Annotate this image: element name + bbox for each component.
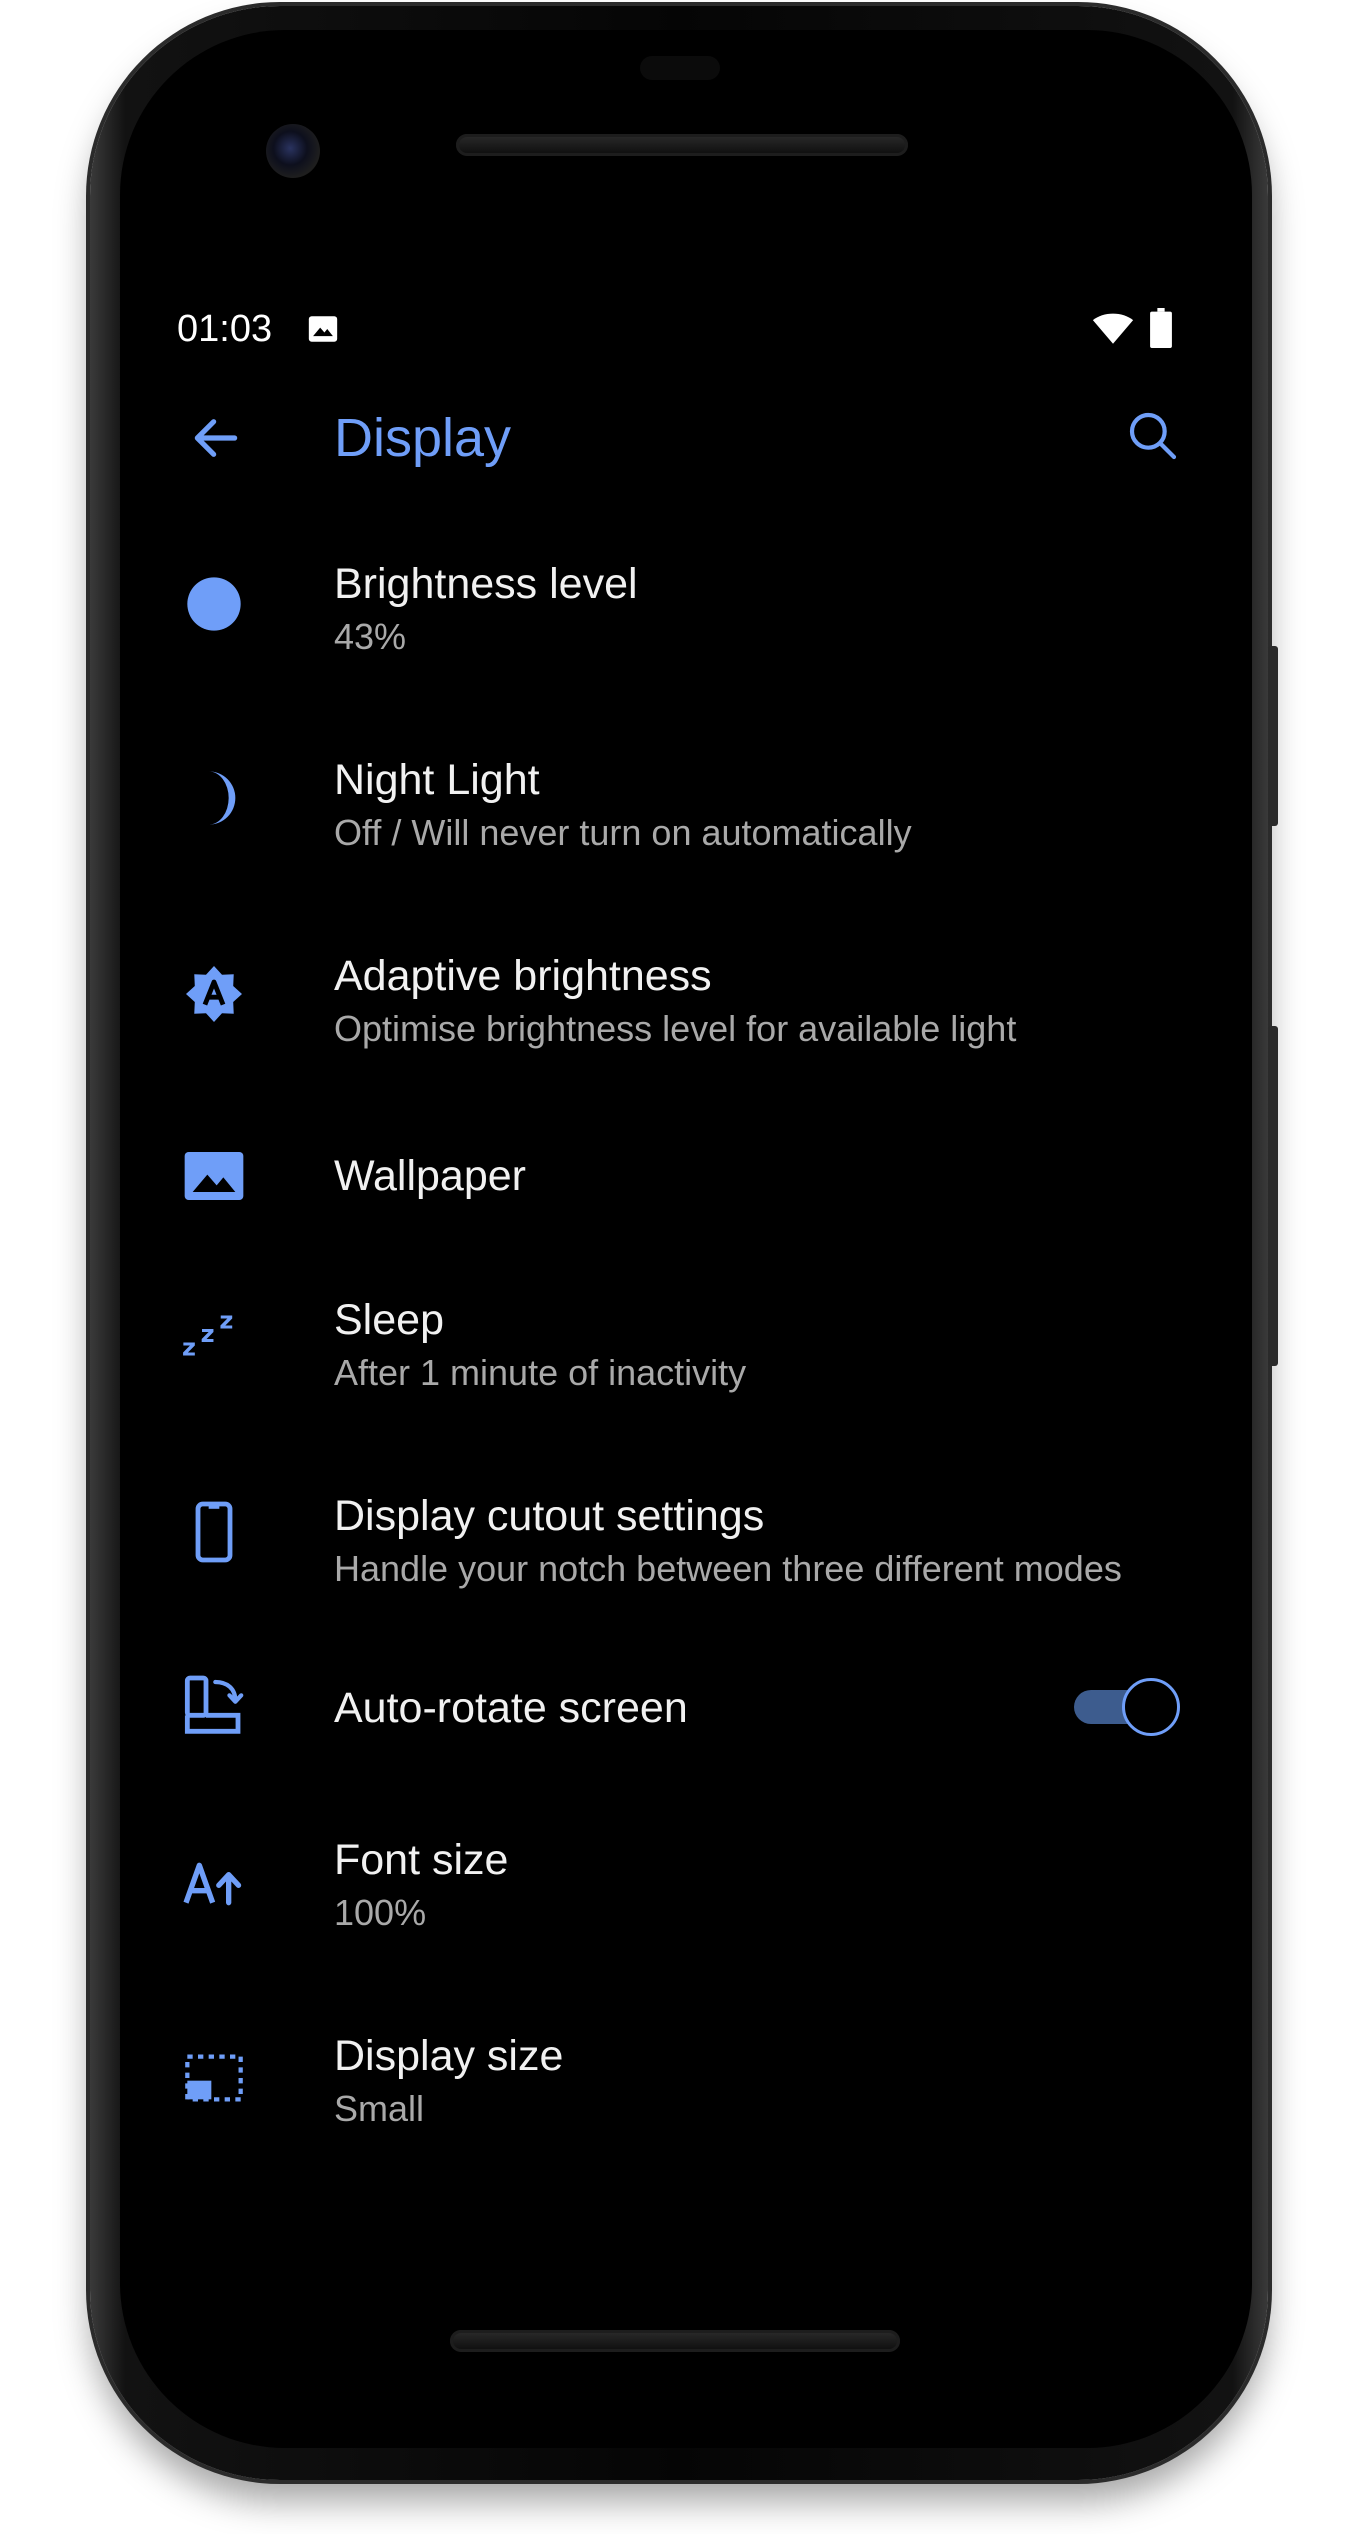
setting-sleep[interactable]: z z z Sleep After 1 minute of inactivity [120,1296,1252,1484]
display-size-icon [185,2054,243,2102]
setting-title: Auto-rotate screen [334,1684,688,1732]
search-icon[interactable] [1125,408,1181,464]
status-time: 01:03 [177,308,273,350]
setting-subtitle: Handle your notch between three differen… [334,1548,1122,1589]
setting-title: Brightness level [334,560,638,608]
auto-rotate-icon [184,1675,244,1734]
setting-night-light[interactable]: Night Light Off / Will never turn on aut… [120,716,1252,896]
image-notification-icon [308,316,338,342]
setting-subtitle: 100% [334,1892,427,1933]
setting-title: Night Light [334,756,540,804]
wifi-icon [1092,313,1134,344]
setting-title: Wallpaper [334,1152,526,1200]
setting-display-cutout[interactable]: Display cutout settings Handle your notc… [120,1492,1252,1680]
setting-brightness-level[interactable]: Brightness level 43% [120,520,1252,700]
night-light-icon [208,771,236,825]
toggle-thumb [1122,1678,1180,1736]
setting-auto-rotate[interactable]: Auto-rotate screen [120,1675,1252,1858]
svg-text:z: z [201,1320,215,1348]
earpiece-speaker [456,134,908,156]
back-arrow-icon[interactable] [188,410,244,466]
setting-font-size[interactable]: Font size 100% [120,1836,1252,2030]
proximity-sensor [640,56,720,80]
font-size-icon [183,1862,242,1906]
setting-subtitle: Optimise brightness level for available … [334,1008,1017,1049]
setting-subtitle: After 1 minute of inactivity [334,1352,747,1393]
auto-rotate-toggle[interactable] [1072,1678,1180,1736]
brightness-icon [187,577,241,631]
adaptive-brightness-icon [186,966,242,1022]
wallpaper-icon [184,1152,244,1200]
setting-subtitle: Small [334,2088,425,2129]
bottom-speaker [450,2330,900,2352]
setting-title: Font size [334,1836,509,1884]
setting-subtitle: 43% [334,616,407,657]
svg-text:z: z [182,1333,196,1361]
setting-adaptive-brightness[interactable]: Adaptive brightness Optimise brightness … [120,912,1252,1092]
setting-title: Sleep [334,1296,444,1344]
setting-title: Display size [334,2032,564,2080]
page-title: Display [334,408,512,468]
setting-display-size[interactable]: Display size Small [120,2032,1252,2226]
front-camera [266,124,320,178]
setting-subtitle: Off / Will never turn on automatically [334,812,912,853]
volume-button [1268,1026,1278,1366]
phone-cutout-icon [195,1501,233,1563]
setting-wallpaper[interactable]: Wallpaper [120,1108,1252,1288]
svg-text:z: z [219,1307,233,1335]
battery-icon [1150,308,1172,348]
setting-title: Display cutout settings [334,1492,765,1540]
sleep-icon: z z z [182,1307,233,1362]
setting-title: Adaptive brightness [334,952,712,1000]
power-button [1268,646,1278,826]
